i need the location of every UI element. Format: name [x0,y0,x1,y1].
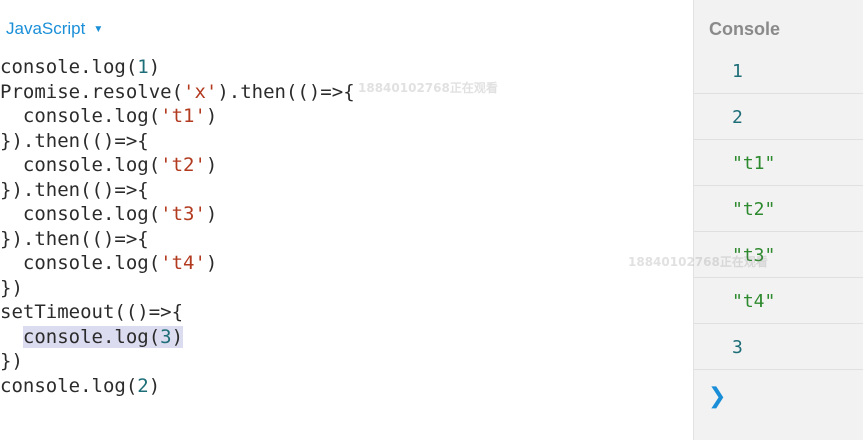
console-row: "t1" [694,140,863,186]
console-value: 3 [732,337,743,358]
code-number: 3 [160,325,172,348]
code-token: Promise.resolve( [0,80,184,103]
code-token: }).then(()=>{ [0,227,149,250]
console-row: "t4" [694,278,863,324]
language-label: JavaScript [6,19,86,38]
code-line[interactable]: }).then(()=>{ [0,178,355,203]
console-value: "t2" [732,199,776,220]
code-number: 2 [137,374,149,397]
code-token: }).then(()=>{ [0,178,149,201]
code-token: }).then(()=>{ [0,129,149,152]
console-title: Console [709,19,781,39]
code-line[interactable]: console.log(3) [0,325,355,350]
console-value: 2 [732,107,743,128]
code-string: 't1' [160,105,206,127]
code-token: console.log( [22,325,161,348]
code-token: ) [171,325,184,348]
code-line[interactable]: console.log('t4') [0,251,355,276]
code-editor[interactable]: JavaScript ▼ console.log(1) Promise.resol… [0,0,693,440]
code-token: ) [205,203,218,225]
watermark: 18840102768正在观看 [358,81,498,95]
code-token: ) [205,154,218,176]
code-line[interactable]: console.log(1) [0,55,355,80]
code-token: }) [0,276,23,299]
code-line[interactable]: }).then(()=>{ [0,129,355,154]
code-string: 't3' [160,203,206,225]
console-value: "t1" [732,153,776,174]
code-number: 1 [137,56,149,78]
chevron-right-icon[interactable]: ❯ [708,384,726,409]
code-token: }) [0,350,23,372]
code-token: setTimeout(()=>{ [0,301,184,323]
console-panel: Console 1 2 "t1" "t2" "t3" "t4" 3 ❯ [693,0,863,440]
console-row: "t3" [694,232,863,278]
code-token: ) [205,105,218,127]
code-line[interactable]: setTimeout(()=>{ [0,300,355,325]
console-row: 3 [694,324,863,370]
code-token: ) [205,252,218,274]
code-token: ) [148,56,161,78]
console-value: "t4" [732,291,776,312]
code-token: console.log( [0,203,161,225]
code-string: 'x' [183,80,218,103]
code-line[interactable]: }).then(()=>{ [0,227,355,252]
code-line[interactable]: console.log('t1') [0,104,355,129]
console-value: 1 [732,61,743,82]
code-line[interactable]: console.log(2) [0,374,355,399]
code-line[interactable]: console.log('t3') [0,202,355,227]
code-line[interactable]: }) [0,276,355,301]
code-string: 't4' [160,252,206,274]
code-area[interactable]: console.log(1) Promise.resolve('x').then(… [0,55,355,398]
code-line[interactable]: console.log('t2') [0,153,355,178]
language-selector[interactable]: JavaScript ▼ [6,19,103,39]
console-row: 1 [694,48,863,94]
console-row: 2 [694,94,863,140]
code-token: console.log( [0,56,138,78]
code-token: console.log( [0,252,161,274]
caret-down-icon: ▼ [93,24,104,35]
code-token: console.log( [0,105,161,127]
code-token: console.log( [0,374,138,397]
code-token: ) [148,374,161,397]
code-token: ).then(()=>{ [217,80,355,103]
code-line[interactable]: Promise.resolve('x').then(()=>{ [0,80,355,105]
console-output-list: 1 2 "t1" "t2" "t3" "t4" 3 [694,48,863,370]
console-value: "t3" [732,245,776,266]
console-row: "t2" [694,186,863,232]
code-string: 't2' [160,154,206,176]
code-line[interactable]: }) [0,349,355,374]
code-token: console.log( [0,154,161,176]
